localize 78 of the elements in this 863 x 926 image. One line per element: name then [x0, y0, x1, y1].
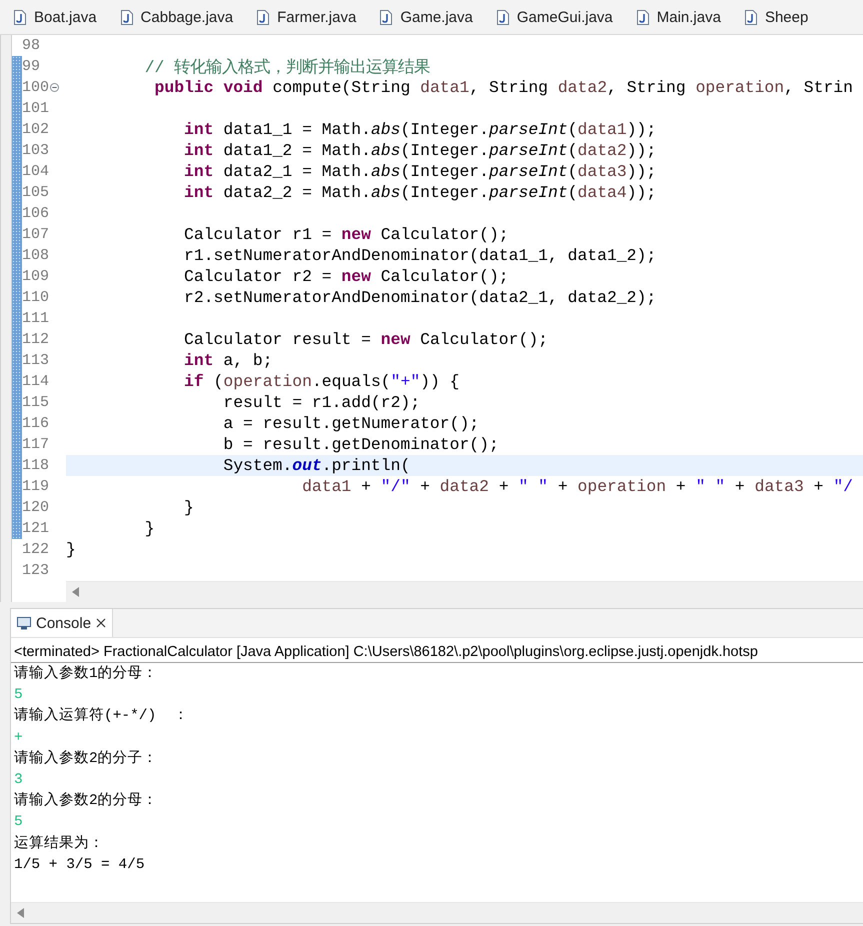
code-line: a = result.getNumerator(); — [222, 414, 480, 433]
file-tab[interactable]: Sheep — [744, 0, 832, 34]
console-line: 5 — [14, 686, 24, 706]
line-number: 103 — [22, 142, 50, 159]
code-line: Calculator r2 = new Calculator(); — [183, 267, 509, 286]
line-number: 99 — [22, 58, 40, 75]
java-file-icon — [636, 10, 649, 24]
code-line: data1 + "/" + data2 + " " + operation + " " + data3 + "/ — [301, 477, 853, 496]
line-number: 120 — [22, 499, 50, 516]
line-number: 121 — [22, 520, 50, 537]
code-line: result = r1.add(r2); — [222, 393, 420, 412]
close-icon[interactable] — [96, 618, 106, 628]
code-line: public void compute(String data1, String data2, String operation, Strin — [154, 78, 853, 97]
java-file-icon — [257, 10, 270, 24]
code-line: r2.setNumeratorAndDenominator(data2_1, data2_2); — [183, 288, 656, 307]
code-line: int data2_2 = Math.abs(Integer.parseInt(data4)); — [183, 183, 656, 202]
line-number: 100 — [22, 79, 50, 96]
console-tab[interactable]: Console — [11, 609, 114, 637]
line-number: 106 — [22, 205, 50, 222]
java-file-icon — [496, 10, 509, 24]
java-file-icon — [14, 10, 26, 24]
code-line: } — [144, 519, 155, 538]
console-line: 5 — [14, 813, 24, 832]
code-line: // 转化输入格式，判断并输出运算结果 — [144, 56, 430, 77]
file-tab[interactable]: Game.java — [380, 0, 497, 34]
console-line: 3 — [14, 770, 24, 790]
code-line: Calculator result = new Calculator(); — [183, 330, 548, 349]
java-file-icon — [120, 10, 133, 24]
console-line: 请输入参数1的分母： — [14, 664, 159, 684]
line-number: 98 — [22, 37, 40, 54]
code-line: r1.setNumeratorAndDenominator(data1_1, data1_2); — [183, 246, 656, 265]
line-number: 114 — [22, 373, 50, 390]
code-line: } — [66, 540, 76, 559]
code-line: int data2_1 = Math.abs(Integer.parseInt(data3)); — [183, 162, 656, 181]
scroll-left-icon[interactable] — [72, 587, 80, 597]
line-number: 112 — [22, 331, 50, 348]
line-number: 122 — [22, 541, 50, 558]
file-tab[interactable]: Farmer.java — [257, 0, 380, 34]
console-line: + — [14, 728, 24, 748]
line-number: 101 — [22, 100, 50, 117]
line-number: 109 — [22, 268, 50, 285]
console-line: 请输入参数2的分子： — [14, 749, 159, 769]
file-tab[interactable]: GameGui.java — [496, 0, 637, 34]
code-line: if (operation.equals("+")) { — [183, 372, 460, 391]
code-line: int data1_2 = Math.abs(Integer.parseInt(data2)); — [183, 141, 656, 160]
monitor-icon — [17, 616, 31, 630]
line-number: 119 — [22, 478, 50, 495]
scroll-left-icon[interactable] — [17, 908, 25, 918]
console-line: 请输入运算符(+-*/) ： — [14, 706, 190, 726]
line-number: 116 — [22, 415, 50, 432]
line-number: 105 — [22, 184, 50, 201]
line-number: 108 — [22, 247, 50, 264]
collapse-icon[interactable] — [50, 83, 60, 92]
line-number: 110 — [22, 289, 50, 306]
java-file-icon — [380, 10, 392, 24]
code-line: int a, b; — [183, 351, 273, 370]
line-number: 118 — [22, 457, 50, 474]
console-status: <terminated> FractionalCalculator [Java Application] C:\Users\86182\.p2\pool\plugins\org.eclipse.justj.openjdk.hotsp — [11, 638, 863, 663]
file-tab[interactable]: Main.java — [636, 0, 745, 34]
code-line: System.out.println( — [222, 456, 410, 475]
line-number: 123 — [22, 562, 50, 579]
line-number: 117 — [22, 436, 50, 453]
line-number: 107 — [22, 226, 50, 243]
file-tab[interactable]: Boat.java — [14, 0, 121, 34]
line-number: 113 — [22, 352, 50, 369]
code-line: Calculator r1 = new Calculator(); — [183, 225, 509, 244]
console-line: 1/5 + 3/5 = 4/5 — [14, 856, 146, 875]
console-line: 运算结果为： — [14, 834, 105, 854]
code-line: } — [183, 498, 194, 517]
file-tab[interactable]: Cabbage.java — [120, 0, 258, 34]
line-number: 102 — [22, 121, 50, 138]
line-number: 104 — [22, 163, 50, 180]
java-file-icon — [744, 10, 757, 24]
line-number: 111 — [22, 310, 50, 327]
line-number: 115 — [22, 394, 50, 411]
code-line: int data1_1 = Math.abs(Integer.parseInt(data1)); — [183, 120, 656, 139]
console-line: 请输入参数2的分母： — [14, 791, 159, 812]
code-line: b = result.getDenominator(); — [222, 435, 499, 454]
